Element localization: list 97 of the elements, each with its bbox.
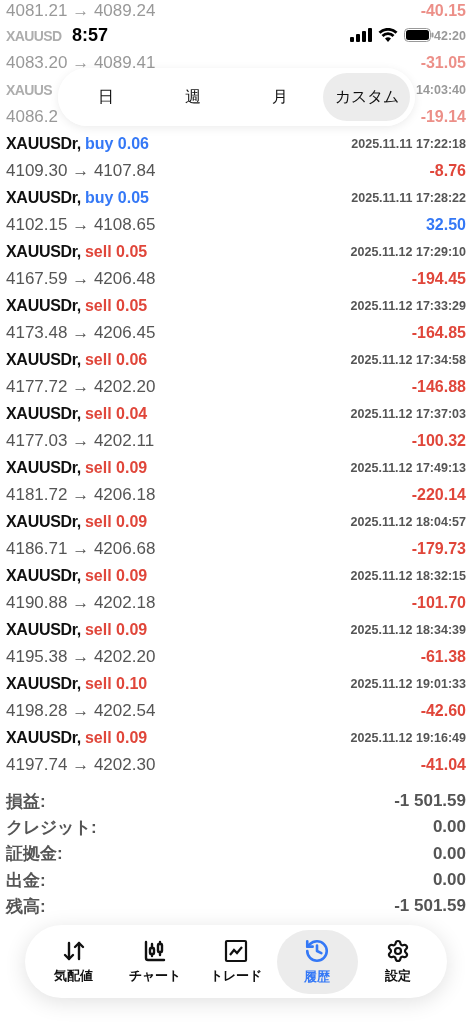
price-range: 4081.21 → 4089.24 <box>6 1 156 21</box>
summary-value: -1 501.59 <box>394 791 466 812</box>
trade-time: 2025.11.12 17:34:58 <box>350 352 466 367</box>
status-time: 8:57 <box>72 24 109 46</box>
profit-value: -146.88 <box>411 377 466 396</box>
nav-tab[interactable]: 設定 <box>357 929 439 994</box>
summary-value: 0.00 <box>432 870 466 891</box>
summary-label: 証拠金: <box>6 843 63 866</box>
profit-value: -42.60 <box>420 701 466 720</box>
trade-time: 2025.11.12 17:49:13 <box>350 460 466 475</box>
price-range: 4177.03 → 4202.11 <box>6 430 155 451</box>
profit-value: 32.50 <box>425 215 466 234</box>
history-icon <box>304 937 331 964</box>
trade-time: 2025.11.12 19:16:49 <box>350 730 466 745</box>
trade-time: 2025.11.12 18:04:57 <box>350 514 466 529</box>
order-type: sell 0.05 <box>84 242 148 261</box>
summary-value: -1 501.59 <box>394 896 466 917</box>
order-type: sell 0.05 <box>84 296 148 315</box>
price-range: 4173.48 → 4206.45 <box>6 322 156 343</box>
order-type: sell 0.09 <box>84 458 148 477</box>
nav-tab[interactable]: 気配値 <box>33 929 115 994</box>
period-tab[interactable]: 日 <box>63 73 150 121</box>
signal-icon <box>350 28 372 42</box>
order-type: sell 0.06 <box>84 350 148 369</box>
price-range: 4186.71 → 4206.68 <box>6 538 156 559</box>
settings-icon <box>386 938 411 963</box>
summary-label: 損益: <box>6 790 46 813</box>
price-range: 4181.72 → 4206.18 <box>6 484 156 505</box>
wifi-icon <box>378 28 398 42</box>
symbol-text: XAUUSDr, <box>6 458 81 477</box>
price-range: 4102.15 → 4108.65 <box>6 214 156 235</box>
profit-value: -19.14 <box>420 107 466 126</box>
order-type: sell 0.09 <box>84 620 148 639</box>
symbol-text: XAUUSDr, <box>6 350 81 369</box>
profit-value: -194.45 <box>411 269 466 288</box>
profit-value: -40.15 <box>420 2 466 20</box>
trade-time: 2025.11.12 17:37:03 <box>350 406 466 421</box>
price-range: 4083.20 → 4089.41 <box>6 52 156 73</box>
period-tab[interactable]: カスタム <box>323 73 410 121</box>
profit-value: -8.76 <box>429 161 466 180</box>
candlestick-icon <box>142 938 167 963</box>
line-chart-icon <box>224 938 248 963</box>
nav-tab[interactable]: チャート <box>114 929 196 994</box>
summary-value: 0.00 <box>432 817 466 838</box>
order-type: buy 0.06 <box>84 134 149 153</box>
battery-icon <box>404 28 434 42</box>
profit-value: -101.70 <box>411 593 466 612</box>
symbol-text: XAUUSDr, <box>6 566 81 585</box>
symbol-text: XAUUSDr, <box>6 134 81 153</box>
symbol-text: XAUUSDr, <box>6 242 81 261</box>
summary-label: 残高: <box>6 895 46 918</box>
trade-time: 2025.11.12 17:33:29 <box>350 298 466 313</box>
price-range: 4109.30 → 4107.84 <box>6 160 156 181</box>
profit-value: -179.73 <box>411 539 466 558</box>
nav-tab[interactable]: 履歴 <box>276 929 358 994</box>
price-range: 4167.59 → 4206.48 <box>6 268 156 289</box>
order-type: sell 0.09 <box>84 728 148 747</box>
price-range: 4177.72 → 4202.20 <box>6 376 156 397</box>
period-tab[interactable]: 月 <box>236 73 324 121</box>
trade-time: 2025.11.12 18:34:39 <box>350 622 466 637</box>
period-tab[interactable]: 週 <box>149 73 237 121</box>
symbol-text: XAUUS <box>6 81 52 98</box>
symbol-text: XAUUSD <box>6 27 62 44</box>
symbol-text: XAUUSDr, <box>6 188 81 207</box>
price-range: 4197.74 → 4202.30 <box>6 754 156 775</box>
order-type: sell 0.04 <box>84 404 148 423</box>
symbol-text: XAUUSDr, <box>6 728 81 747</box>
order-type: sell 0.09 <box>84 512 148 531</box>
price-range: 4195.38 → 4202.20 <box>6 646 156 667</box>
trade-time: 2025.11.12 18:32:15 <box>350 568 466 583</box>
symbol-text: XAUUSDr, <box>6 404 81 423</box>
symbol-text: XAUUSDr, <box>6 296 81 315</box>
profit-value: -220.14 <box>411 485 466 504</box>
order-type: sell 0.10 <box>84 674 148 693</box>
order-type: buy 0.05 <box>84 188 149 207</box>
trade-time: 14:03:40 <box>415 82 466 97</box>
profit-value: -100.32 <box>411 431 466 450</box>
trade-time: 2025.11.11 17:22:18 <box>351 136 466 151</box>
order-type: sell 0.09 <box>84 566 148 585</box>
trade-time: 42:20 <box>434 28 466 43</box>
profit-value: -41.04 <box>420 755 466 774</box>
symbol-text: XAUUSDr, <box>6 674 81 693</box>
profit-value: -31.05 <box>420 53 466 72</box>
profit-value: -164.85 <box>411 323 466 342</box>
price-range: 4086.2 <box>6 106 58 127</box>
symbol-text: XAUUSDr, <box>6 620 81 639</box>
trade-time: 2025.11.12 19:01:33 <box>350 676 466 691</box>
summary-label: 出金: <box>6 869 46 892</box>
trade-time: 2025.11.12 17:29:10 <box>350 244 466 259</box>
nav-tab[interactable]: トレード <box>195 929 277 994</box>
price-range: 4190.88 → 4202.18 <box>6 592 156 613</box>
profit-value: -61.38 <box>420 647 466 666</box>
summary-value: 0.00 <box>432 843 466 864</box>
price-range: 4198.28 → 4202.54 <box>6 700 156 721</box>
symbol-text: XAUUSDr, <box>6 512 81 531</box>
summary-label: クレジット: <box>6 816 97 839</box>
trade-time: 2025.11.11 17:28:22 <box>351 190 466 205</box>
